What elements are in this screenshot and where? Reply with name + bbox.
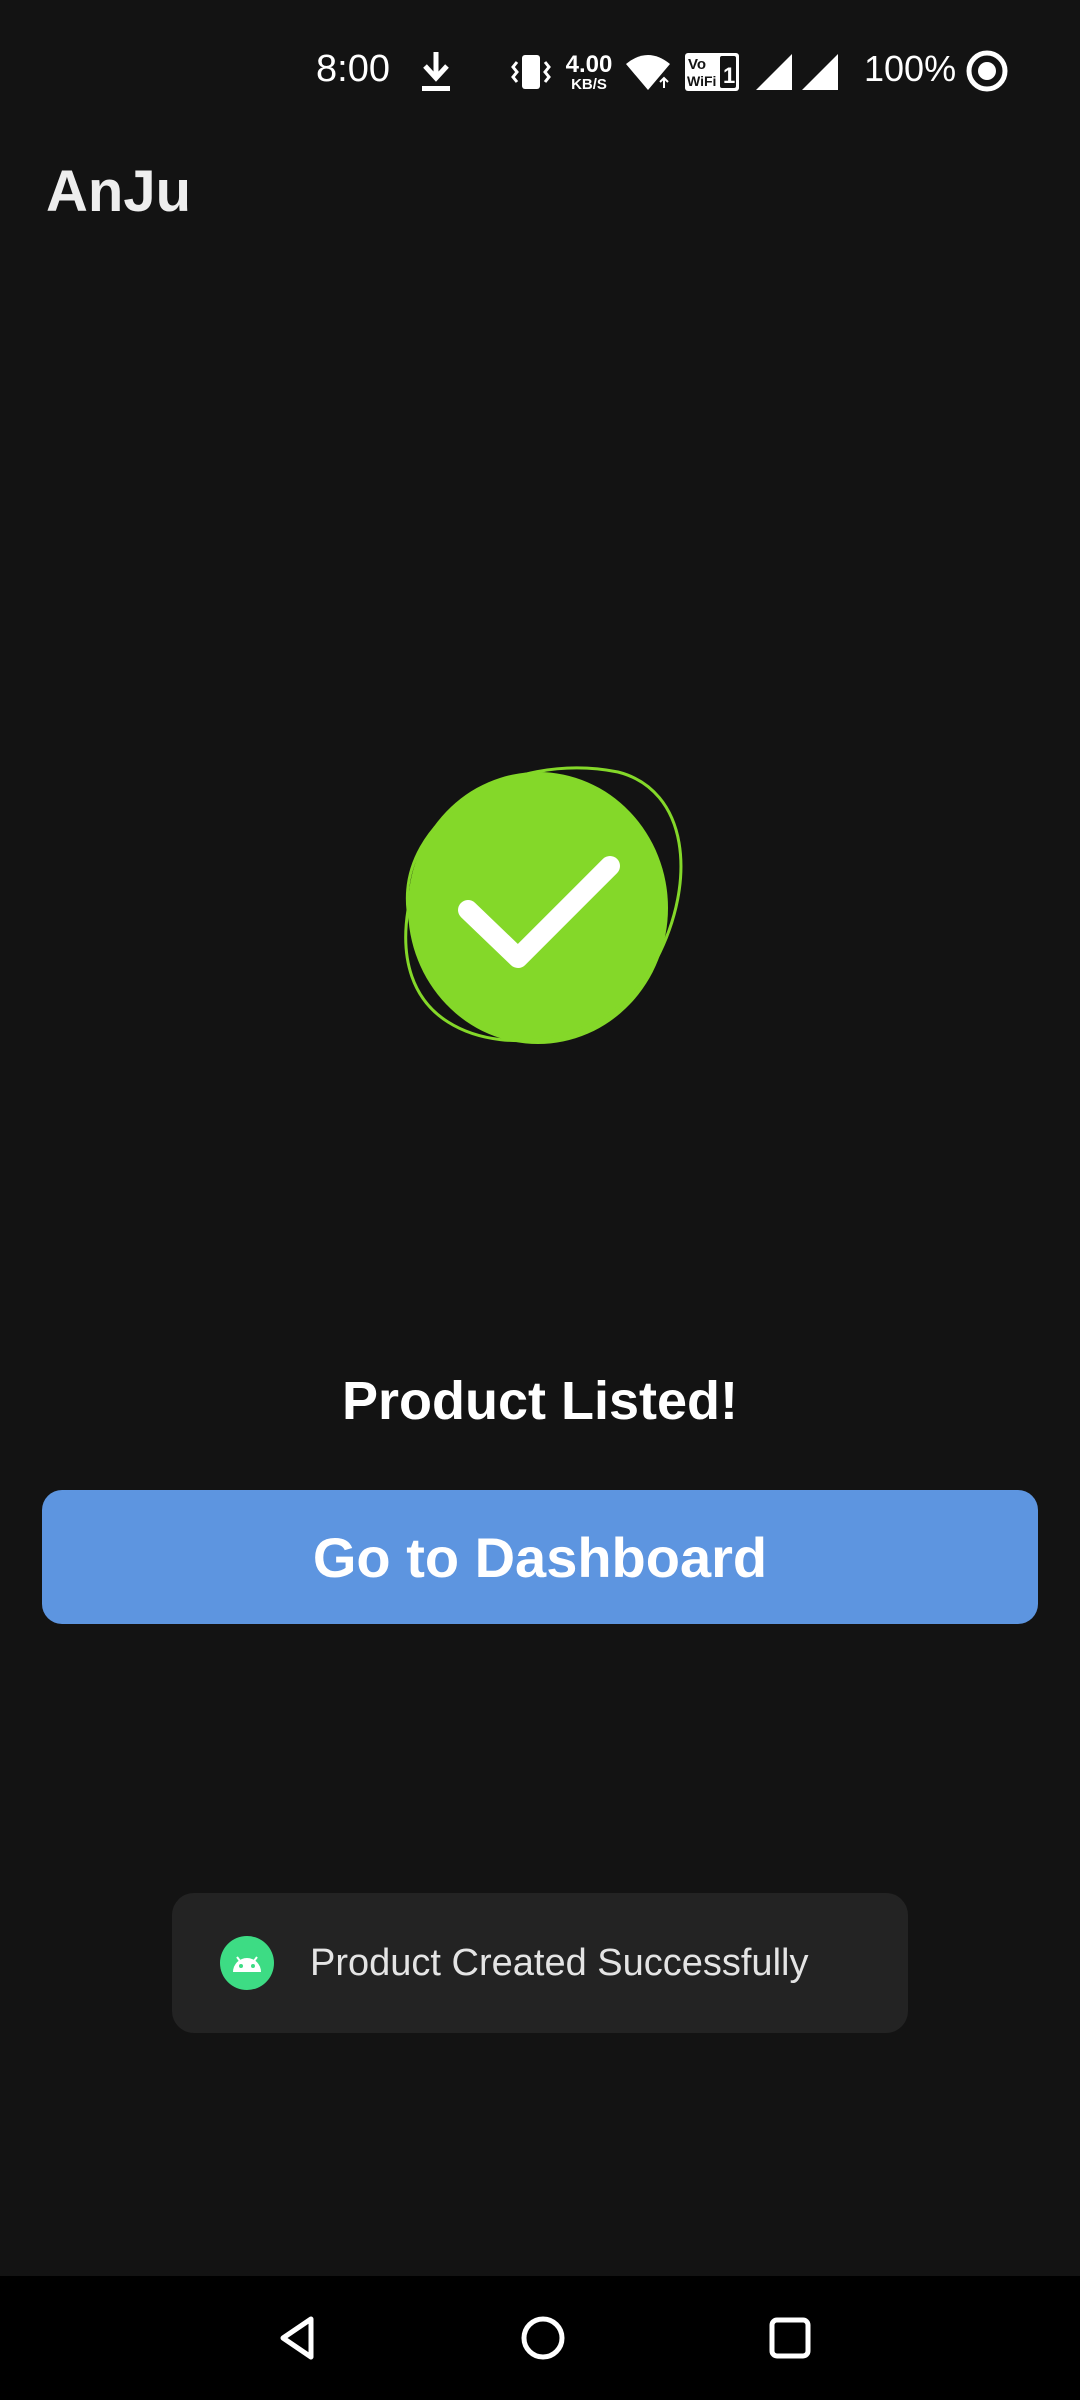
status-time: 8:00	[316, 48, 390, 90]
navigation-bar	[0, 2276, 1080, 2400]
battery-percent: 100%	[864, 48, 957, 89]
recents-icon[interactable]	[754, 2302, 826, 2374]
android-icon	[220, 1936, 274, 1990]
vowifi-sim-label: 1	[723, 63, 735, 88]
app-title: AnJu	[46, 159, 191, 224]
check-circle-icon	[388, 760, 688, 1060]
network-speed: 4.00 KB/S	[562, 50, 616, 94]
signal-icon	[800, 52, 840, 92]
back-icon[interactable]	[262, 2302, 334, 2374]
download-icon	[418, 48, 454, 96]
status-bar: 8:00 4.00 KB/S Vo WiFi 1 100%	[0, 0, 1080, 140]
vibrate-icon	[508, 52, 554, 92]
toast-message: Product Created Successfully	[172, 1893, 908, 2033]
home-icon[interactable]	[507, 2302, 579, 2374]
success-headline: Product Listed!	[341, 1371, 738, 1431]
go-to-dashboard-button[interactable]: Go to Dashboard	[42, 1490, 1038, 1624]
network-speed-unit: KB/S	[571, 75, 607, 93]
wifi-icon	[624, 52, 672, 92]
ring-icon	[966, 50, 1008, 92]
vowifi-icon: Vo WiFi 1	[684, 52, 740, 92]
vowifi-bottom-label: WiFi	[687, 73, 716, 89]
toast-text: Product Created Successfully	[310, 1941, 809, 1984]
signal-icon	[754, 52, 794, 92]
network-speed-value: 4.00	[565, 50, 613, 78]
vowifi-top-label: Vo	[688, 56, 706, 73]
